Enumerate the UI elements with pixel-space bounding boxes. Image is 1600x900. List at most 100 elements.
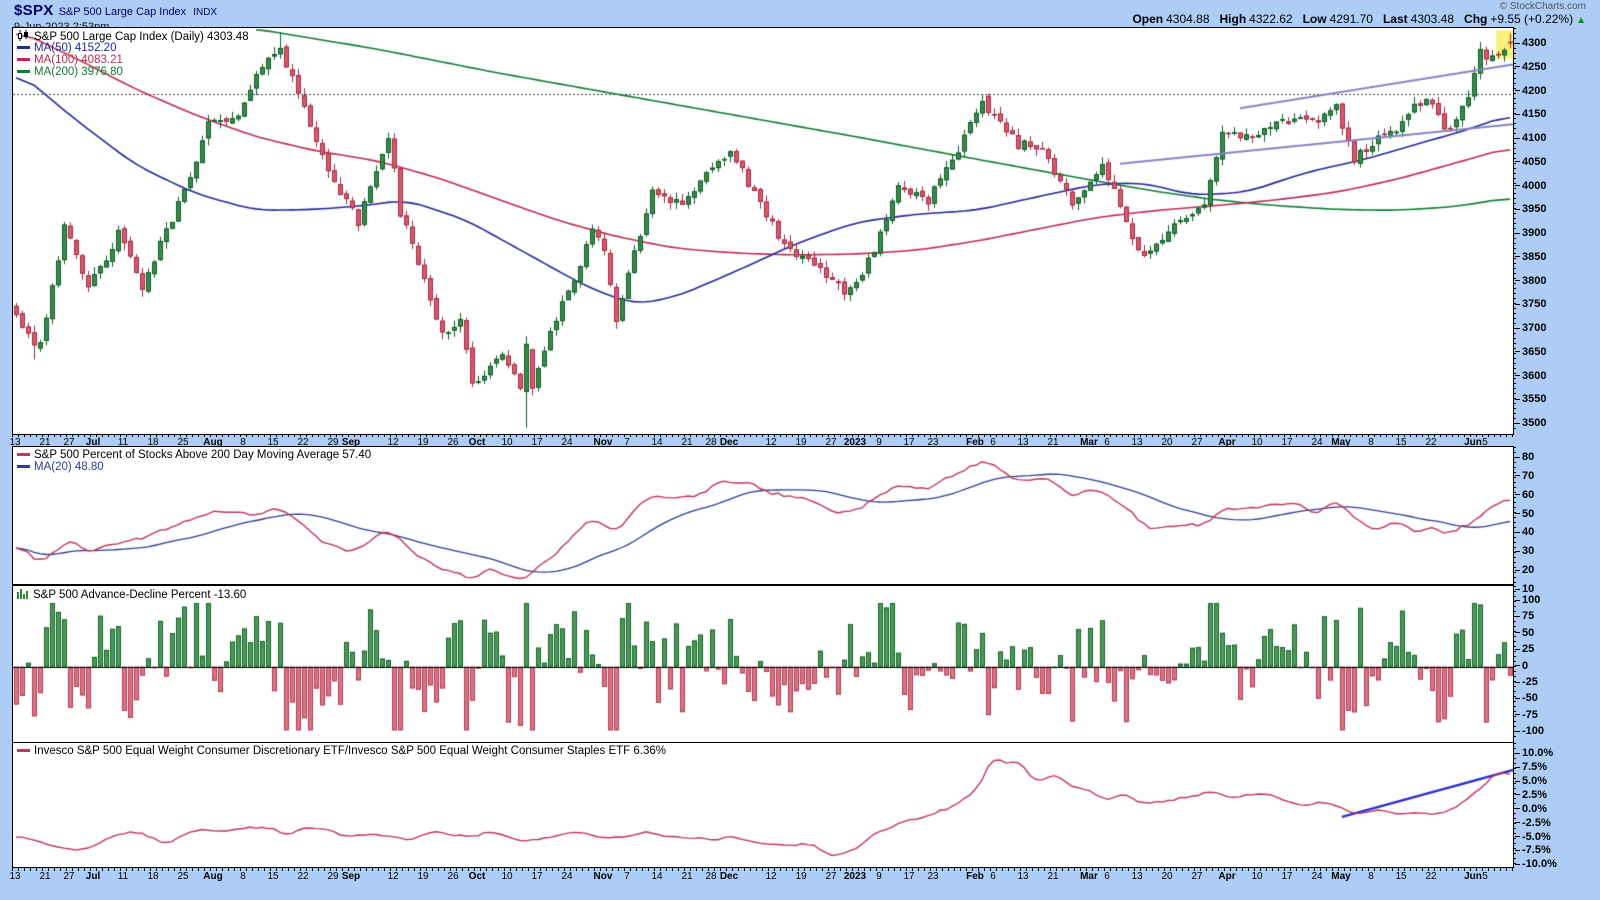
y-axis-minor-ticks (1513, 447, 1516, 583)
y-axis-label: 5.0% (1515, 775, 1547, 787)
y-axis-label: 75 (1515, 610, 1534, 622)
y-axis-label: 3900 (1515, 227, 1546, 239)
x-axis-label: Sep (342, 871, 360, 882)
y-axis-label: 3600 (1515, 370, 1546, 382)
exchange-label: INDX (193, 7, 217, 18)
x-axis-label: Jul (86, 871, 100, 882)
y-axis-label: 3500 (1515, 417, 1546, 429)
x-axis-label: 27 (63, 871, 74, 882)
change-up-icon: ▲ (1576, 15, 1586, 26)
y-axis-label: 10.0% (1515, 747, 1553, 759)
x-axis-label: 8 (240, 871, 246, 882)
last-value: 4303.48 (1411, 12, 1454, 26)
change-label: Chg (1464, 12, 1487, 26)
y-axis-label: 7.5% (1515, 761, 1547, 773)
x-axis-label: 28 (705, 871, 716, 882)
x-axis-label: 11 (118, 871, 128, 882)
x-axis-label: Aug (203, 871, 222, 882)
x-axis-label: 22 (1425, 871, 1436, 882)
advance-decline-legend: S&P 500 Advance-Decline Percent -13.60 (17, 588, 246, 600)
ratio-legend-title: Invesco S&P 500 Equal Weight Consumer Di… (34, 745, 666, 757)
y-axis-label: 40 (1515, 526, 1534, 538)
y-axis-label: -10.0% (1515, 858, 1557, 870)
x-axis-label: 27 (825, 871, 836, 882)
y-axis-label: 3700 (1515, 322, 1546, 334)
x-axis-label: 24 (1311, 871, 1322, 882)
x-axis-label: 19 (417, 871, 428, 882)
ratio-line-swatch (17, 749, 30, 752)
y-axis-label: 30 (1515, 545, 1534, 557)
y-axis-label: 3800 (1515, 275, 1546, 287)
x-axis-label: Dec (720, 871, 738, 882)
header-right: © StockCharts.com Open4304.88High4322.62… (1122, 1, 1586, 26)
high-label: High (1220, 12, 1247, 26)
y-axis-label: 4200 (1515, 85, 1546, 97)
x-axis-label: 10 (1251, 871, 1262, 882)
x-axis-label: 27 (1191, 871, 1202, 882)
x-axis-label: 23 (927, 871, 938, 882)
x-axis-label: Oct (469, 871, 486, 882)
y-axis-label: -50 (1515, 692, 1538, 704)
open-value: 4304.88 (1166, 12, 1209, 26)
x-axis-label: Nov (594, 871, 613, 882)
x-axis-label: 19 (795, 871, 806, 882)
y-axis-label: 20 (1515, 564, 1534, 576)
symbol-name: S&P 500 Large Cap Index (59, 6, 187, 18)
y-axis-label: 3750 (1515, 298, 1546, 310)
price-chart-canvas (13, 28, 1513, 434)
breadth-legend: S&P 500 Percent of Stocks Above 200 Day … (17, 449, 371, 473)
x-axis-label: May (1331, 871, 1350, 882)
x-axis-label: 17 (903, 871, 914, 882)
x-axis-label: 26 (447, 871, 458, 882)
ma100-legend: MA(100) 4083.21 (34, 54, 123, 66)
x-axis-label: 29 (327, 871, 338, 882)
stockcharts-page: $SPXS&P 500 Large Cap IndexINDX 9-Jun-20… (0, 0, 1600, 900)
y-axis-label: 4000 (1515, 180, 1546, 192)
x-axis-label: 13 (1017, 871, 1028, 882)
ma200-legend: MA(200) 3976.80 (34, 66, 123, 78)
x-axis-label: 15 (1395, 871, 1406, 882)
x-axis-label: 5 (1482, 871, 1488, 882)
breadth-line-swatch (17, 453, 30, 456)
y-axis-minor-ticks (1513, 743, 1516, 866)
x-axis-label: 21 (39, 871, 50, 882)
y-axis-label: -7.5% (1515, 844, 1551, 856)
y-axis-label: 100 (1515, 594, 1540, 606)
x-axis-label: 17 (1281, 871, 1292, 882)
y-axis-label: 3850 (1515, 251, 1546, 263)
open-label: Open (1132, 12, 1163, 26)
x-axis-label: 15 (267, 871, 278, 882)
y-axis-label: 70 (1515, 470, 1534, 482)
copyright-link[interactable]: © StockCharts.com (1122, 1, 1586, 12)
x-axis-label: Apr (1218, 871, 1235, 882)
price-panel: S&P 500 Large Cap Index (Daily) 4303.48 … (12, 27, 1514, 435)
y-axis-label: 3650 (1515, 346, 1546, 358)
x-axis-bottom: 132127Jul111825Aug8152229Sep121926Oct101… (12, 868, 1514, 883)
x-axis-label: Jun (1464, 871, 1482, 882)
x-axis-label: Mar (1080, 871, 1098, 882)
advance-decline-canvas (13, 586, 1513, 742)
y-axis-label: 4150 (1515, 108, 1546, 120)
y-axis-label: -25 (1515, 676, 1538, 688)
advance-decline-legend-title: S&P 500 Advance-Decline Percent -13.60 (33, 589, 246, 601)
ma100-swatch (17, 58, 30, 61)
low-label: Low (1303, 12, 1327, 26)
x-axis-label: 22 (297, 871, 308, 882)
x-axis-label: 17 (531, 871, 542, 882)
x-axis-label: 6 (990, 871, 996, 882)
x-axis-label: 2023 (844, 871, 866, 882)
last-label: Last (1383, 12, 1408, 26)
x-axis-label: 13 (9, 871, 20, 882)
ratio-legend: Invesco S&P 500 Equal Weight Consumer Di… (17, 745, 666, 757)
y-axis-label: 25 (1515, 643, 1534, 655)
symbol: $SPX (14, 2, 54, 19)
y-axis-label: -75 (1515, 709, 1538, 721)
y-axis-label: 4050 (1515, 156, 1546, 168)
x-axis-label: 12 (765, 871, 776, 882)
y-axis-label: -100 (1515, 725, 1544, 737)
histogram-icon (17, 588, 29, 602)
y-axis-label: 50 (1515, 627, 1534, 639)
y-axis-minor-ticks (1513, 586, 1516, 741)
y-axis-label: 80 (1515, 451, 1534, 463)
y-axis-label: 3950 (1515, 203, 1546, 215)
